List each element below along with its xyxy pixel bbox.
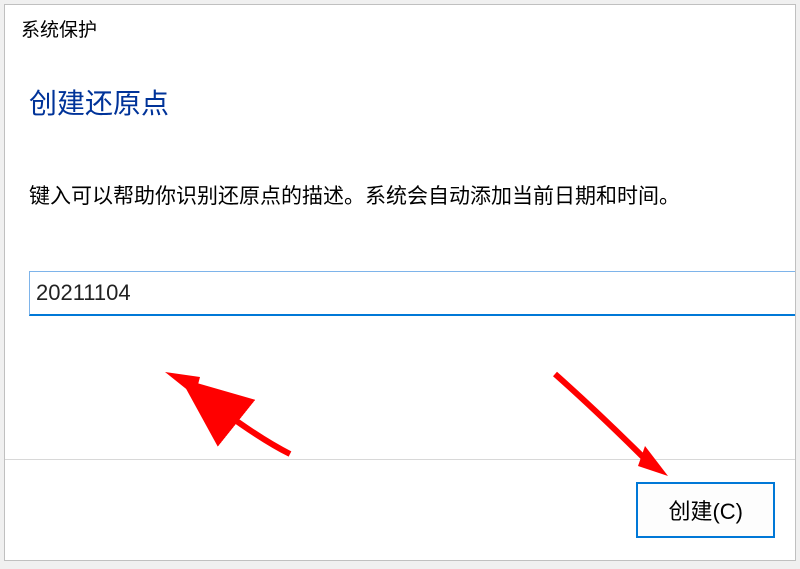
button-row: 创建(C) [5, 459, 795, 560]
instruction-text: 键入可以帮助你识别还原点的描述。系统会自动添加当前日期和时间。 [5, 132, 795, 221]
system-protection-dialog: 系统保护 创建还原点 键入可以帮助你识别还原点的描述。系统会自动添加当前日期和时… [4, 4, 796, 561]
restore-point-description-input[interactable] [29, 271, 795, 316]
create-restore-point-heading: 创建还原点 [5, 52, 795, 132]
dialog-title: 系统保护 [5, 5, 795, 52]
create-button[interactable]: 创建(C) [636, 482, 775, 538]
input-wrapper [5, 221, 795, 316]
